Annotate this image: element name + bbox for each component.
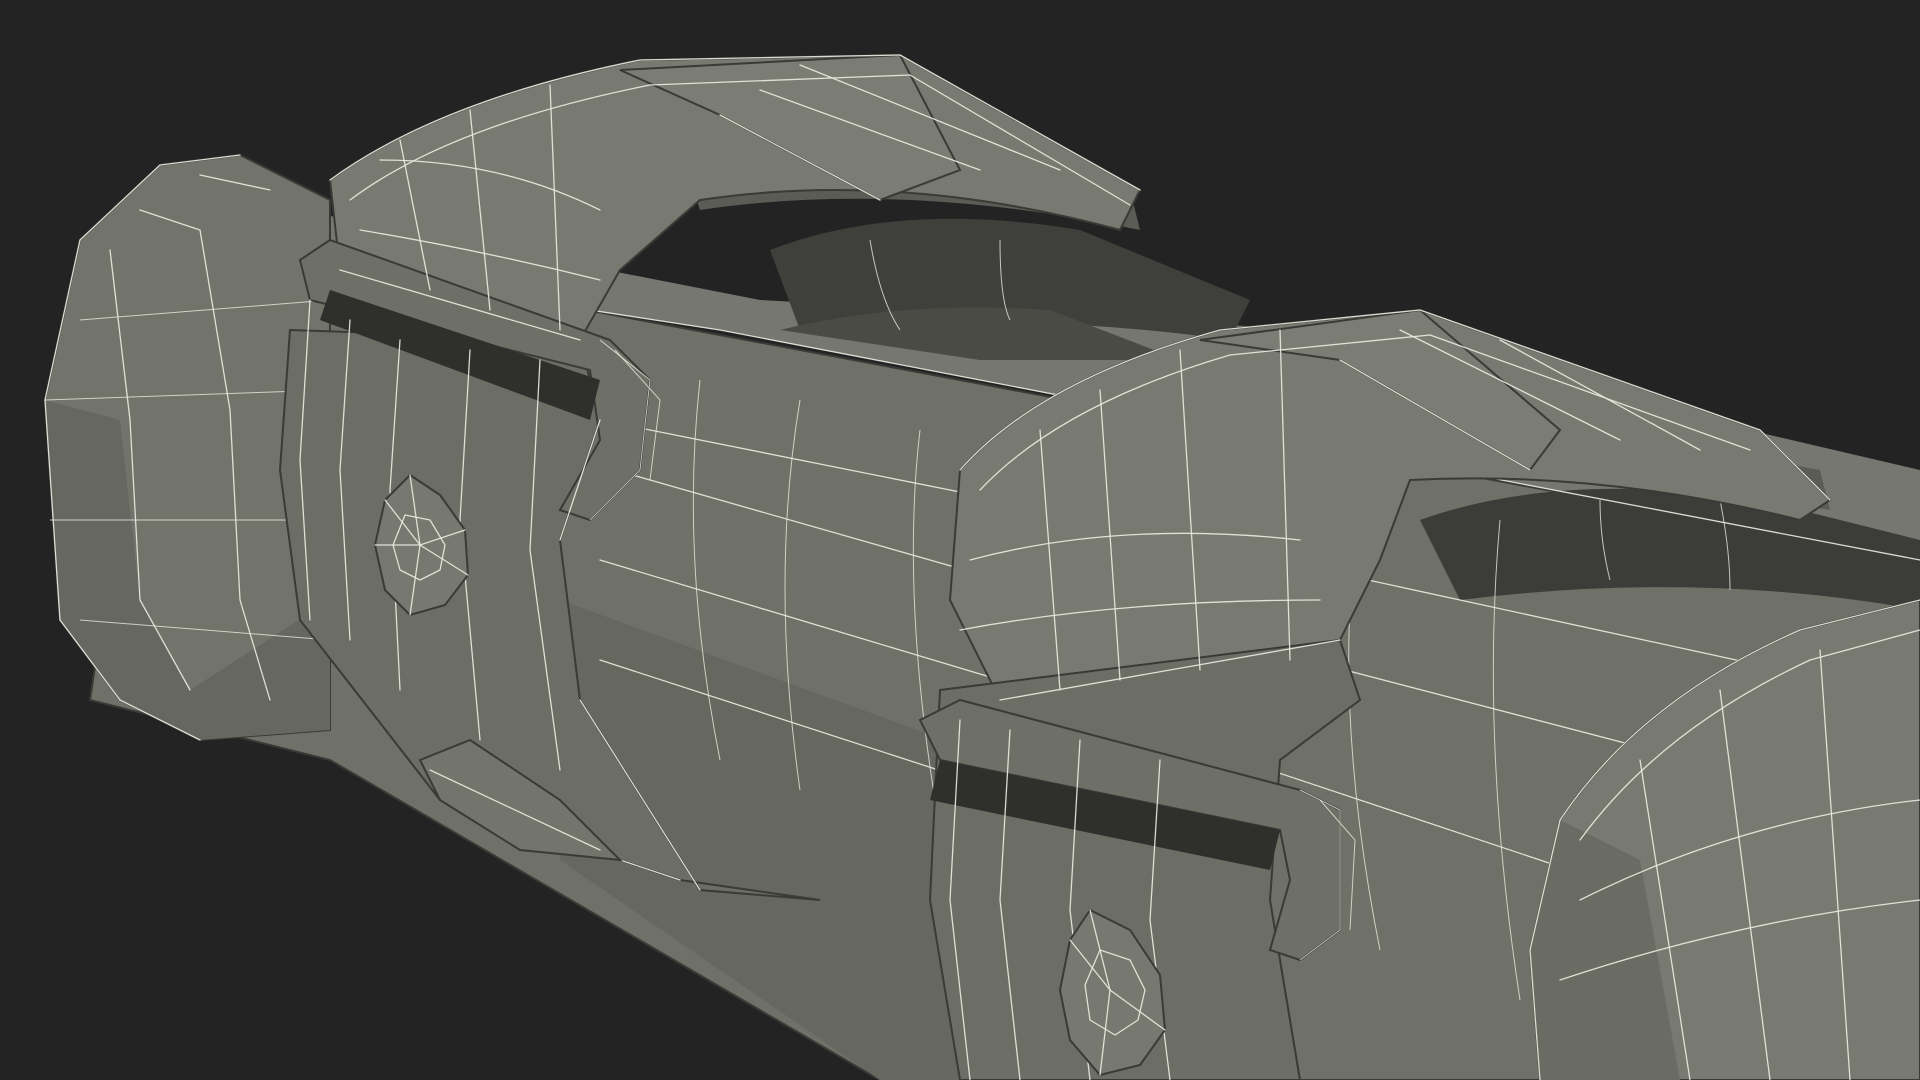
3d-viewport[interactable] <box>0 0 1920 1080</box>
wireframe-model <box>43 53 1920 1080</box>
